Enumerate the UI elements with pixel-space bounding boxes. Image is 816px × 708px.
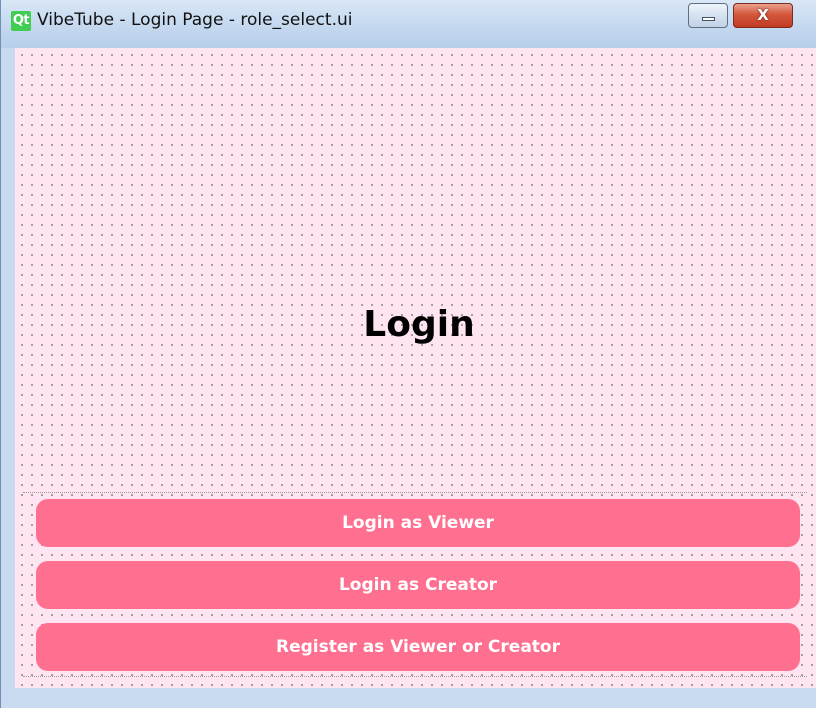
login-as-creator-button[interactable]: Login as Creator — [36, 561, 800, 609]
qt-logo-icon: Qt — [11, 11, 31, 31]
minimize-icon — [702, 17, 715, 21]
register-button[interactable]: Register as Viewer or Creator — [36, 623, 800, 671]
minimize-button[interactable] — [688, 3, 728, 28]
login-as-viewer-button[interactable]: Login as Viewer — [36, 499, 800, 547]
app-window: Qt VibeTube - Login Page - role_select.u… — [0, 0, 816, 708]
title-bar[interactable]: Qt VibeTube - Login Page - role_select.u… — [1, 0, 816, 48]
window-bottom-border — [1, 688, 816, 708]
close-button[interactable]: X — [733, 3, 793, 28]
close-icon: X — [757, 6, 769, 24]
page-title: Login — [363, 304, 475, 345]
window-title: VibeTube - Login Page - role_select.ui — [37, 10, 353, 30]
